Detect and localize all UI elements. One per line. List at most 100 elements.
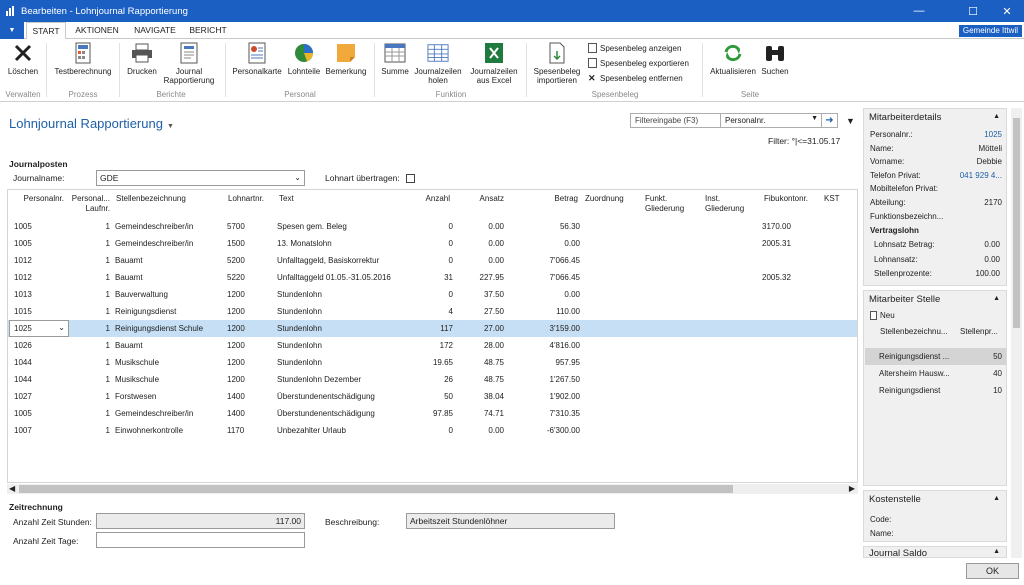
cell-lohnartnr[interactable]: 1200 [227,358,277,367]
table-row[interactable]: 1027 1 Forstwesen 1400 Überstundenentschädig… [8,388,857,405]
cell-stellenbezeichnung[interactable]: Musikschule [115,375,227,384]
tab-aktionen[interactable]: AKTIONEN [72,22,122,39]
lohnteile-button[interactable]: Lohnteile [283,42,325,76]
cell-laufnr[interactable]: 1 [68,375,110,384]
cell-lohnartnr[interactable]: 1200 [227,290,277,299]
col-stellenbezeichnung[interactable]: Stellenbezeichnung [116,194,226,204]
cell-ansatz[interactable]: 227.95 [458,273,504,282]
cell-personalnr[interactable]: 1005 [14,222,44,231]
factbox-header[interactable]: Journal Saldo ▲ [864,547,1006,557]
collapse-chevron-icon[interactable]: ▼ [846,116,855,126]
cell-stellenbezeichnung[interactable]: Bauamt [115,273,227,282]
cell-anzahl[interactable]: 0 [408,426,453,435]
chevron-down-icon[interactable]: ⌄ [58,323,65,332]
cell-anzahl[interactable]: 117 [408,324,453,333]
neu-button[interactable]: Neu [870,311,895,320]
cell-stellenbezeichnung[interactable]: Forstwesen [115,392,227,401]
cell-anzahl[interactable]: 50 [408,392,453,401]
table-row[interactable]: 1007 1 Einwohnerkontrolle 1170 Unbezahlter U… [8,422,857,439]
detail-value[interactable]: 1025 [984,130,1002,139]
cell-text[interactable]: Unfalltaggeld, Basiskorrektur [277,256,417,265]
cell-text[interactable]: Unbezahlter Urlaub [277,426,417,435]
cell-betrag[interactable]: 4'816.00 [518,341,580,350]
cell-lohnartnr[interactable]: 5200 [227,256,277,265]
cell-fibukontonr[interactable]: 2005.31 [762,239,818,248]
testberechnung-button[interactable]: Testberechnung [50,42,116,76]
journal-rapportierung-button[interactable]: Journal Rapportierung [160,42,218,85]
cell-ansatz[interactable]: 27.50 [458,307,504,316]
spesenbeleg-entfernen-button[interactable]: ✕ Spesenbeleg entfernen [588,73,683,84]
table-row[interactable]: 1005 1 Gemeindeschreiber/in 1500 13. Monatsl… [8,235,857,252]
table-row[interactable]: 1026 1 Bauamt 1200 Stundenlohn 172 28.00 4'816.… [8,337,857,354]
cell-laufnr[interactable]: 1 [68,290,110,299]
cell-laufnr[interactable]: 1 [68,273,110,282]
horizontal-scrollbar[interactable]: ◀ ▶ [7,484,858,494]
cell-betrag[interactable]: 1'902.00 [518,392,580,401]
list-item[interactable]: Reinigungsdienst ... 50 [865,348,1006,365]
journalzeilen-excel-button[interactable]: Journalzeilen aus Excel [466,42,522,85]
ok-button[interactable]: OK [966,563,1019,579]
cell-anzahl[interactable]: 19.65 [408,358,453,367]
cell-personalnr[interactable]: 1013 [14,290,44,299]
journalzeilen-holen-button[interactable]: Journalzeilen holen [410,42,466,85]
cell-personalnr[interactable]: 1007 [14,426,44,435]
cell-stellenbezeichnung[interactable]: Gemeindeschreiber/in [115,222,227,231]
cell-laufnr[interactable]: 1 [68,392,110,401]
table-row[interactable]: 1013 1 Bauverwaltung 1200 Stundenlohn 0 37.50 0… [8,286,857,303]
cell-text[interactable]: Überstundenentschädigung [277,409,417,418]
cell-betrag[interactable]: 7'066.45 [518,273,580,282]
cell-personalnr[interactable]: 1044 [14,375,44,384]
cell-personalnr[interactable]: 1044 [14,358,44,367]
loeschen-button[interactable]: Löschen [4,42,42,76]
drucken-button[interactable]: Drucken [122,42,162,76]
cell-ansatz[interactable]: 0.00 [458,222,504,231]
col-text[interactable]: Text [279,194,419,204]
scroll-thumb[interactable] [1013,118,1020,328]
table-row[interactable]: 1044 1 Musikschule 1200 Stundenlohn Dezember… [8,371,857,388]
table-row[interactable]: ⌄ 1025 1 Reinigungsdienst Schule 1200 Stunden… [8,320,857,337]
col-fibukontonr[interactable]: Fibukontonr. [764,194,820,204]
table-row[interactable]: 1012 1 Bauamt 5220 Unfalltaggeld 01.05.-31.0… [8,269,857,286]
cell-ansatz[interactable]: 0.00 [458,426,504,435]
cell-betrag[interactable]: 957.95 [518,358,580,367]
cell-ansatz[interactable]: 0.00 [458,239,504,248]
cell-stellenbezeichnung[interactable]: Reinigungsdienst [115,307,227,316]
cell-ansatz[interactable]: 48.75 [458,375,504,384]
cell-lohnartnr[interactable]: 5220 [227,273,277,282]
cell-anzahl[interactable]: 0 [408,290,453,299]
cell-ansatz[interactable]: 37.50 [458,290,504,299]
cell-anzahl[interactable]: 31 [408,273,453,282]
cell-personalnr[interactable]: 1015 [14,307,44,316]
cell-text[interactable]: 13. Monatslohn [277,239,417,248]
cell-personalnr[interactable]: 1012 [14,273,44,282]
cell-stellenbezeichnung[interactable]: Bauamt [115,256,227,265]
factbox-header[interactable]: Kostenstelle ▲ [864,491,1006,509]
table-row[interactable]: 1015 1 Reinigungsdienst 1200 Stundenlohn 4 27.… [8,303,857,320]
col-stellenprozente[interactable]: Stellenpr... [960,327,998,336]
col-betrag[interactable]: Betrag [518,194,578,204]
cell-text[interactable]: Unfalltaggeld 01.05.-31.05.2016 [277,273,417,282]
collapse-up-icon[interactable]: ▲ [993,295,1000,302]
maximize-icon[interactable]: ☐ [958,0,988,22]
personalkarte-button[interactable]: Personalkarte [229,42,285,76]
cell-laufnr[interactable]: 1 [68,307,110,316]
cell-text[interactable]: Überstundenentschädigung [277,392,417,401]
cell-laufnr[interactable]: 1 [68,358,110,367]
cell-text[interactable]: Stundenlohn [277,324,417,333]
scroll-thumb[interactable] [19,485,733,493]
tab-navigate[interactable]: NAVIGATE [130,22,180,39]
filter-field-select[interactable]: Personalnr. ▼ [721,114,821,127]
cell-text[interactable]: Stundenlohn [277,341,417,350]
cell-stellenbezeichnung[interactable]: Reinigungsdienst Schule [115,324,227,333]
lohnart-checkbox[interactable] [406,174,415,183]
cell-stellenbezeichnung[interactable]: Einwohnerkontrolle [115,426,227,435]
cell-ansatz[interactable]: 48.75 [458,358,504,367]
cell-stellenbezeichnung[interactable]: Gemeindeschreiber/in [115,239,227,248]
aktualisieren-button[interactable]: Aktualisieren [706,42,760,76]
cell-laufnr[interactable]: 1 [68,256,110,265]
cell-text[interactable]: Stundenlohn Dezember [277,375,417,384]
tab-start[interactable]: START [26,22,66,40]
cell-betrag[interactable]: 0.00 [518,239,580,248]
col-zuordnung[interactable]: Zuordnung [585,194,643,204]
collapse-up-icon[interactable]: ▲ [993,548,1000,555]
